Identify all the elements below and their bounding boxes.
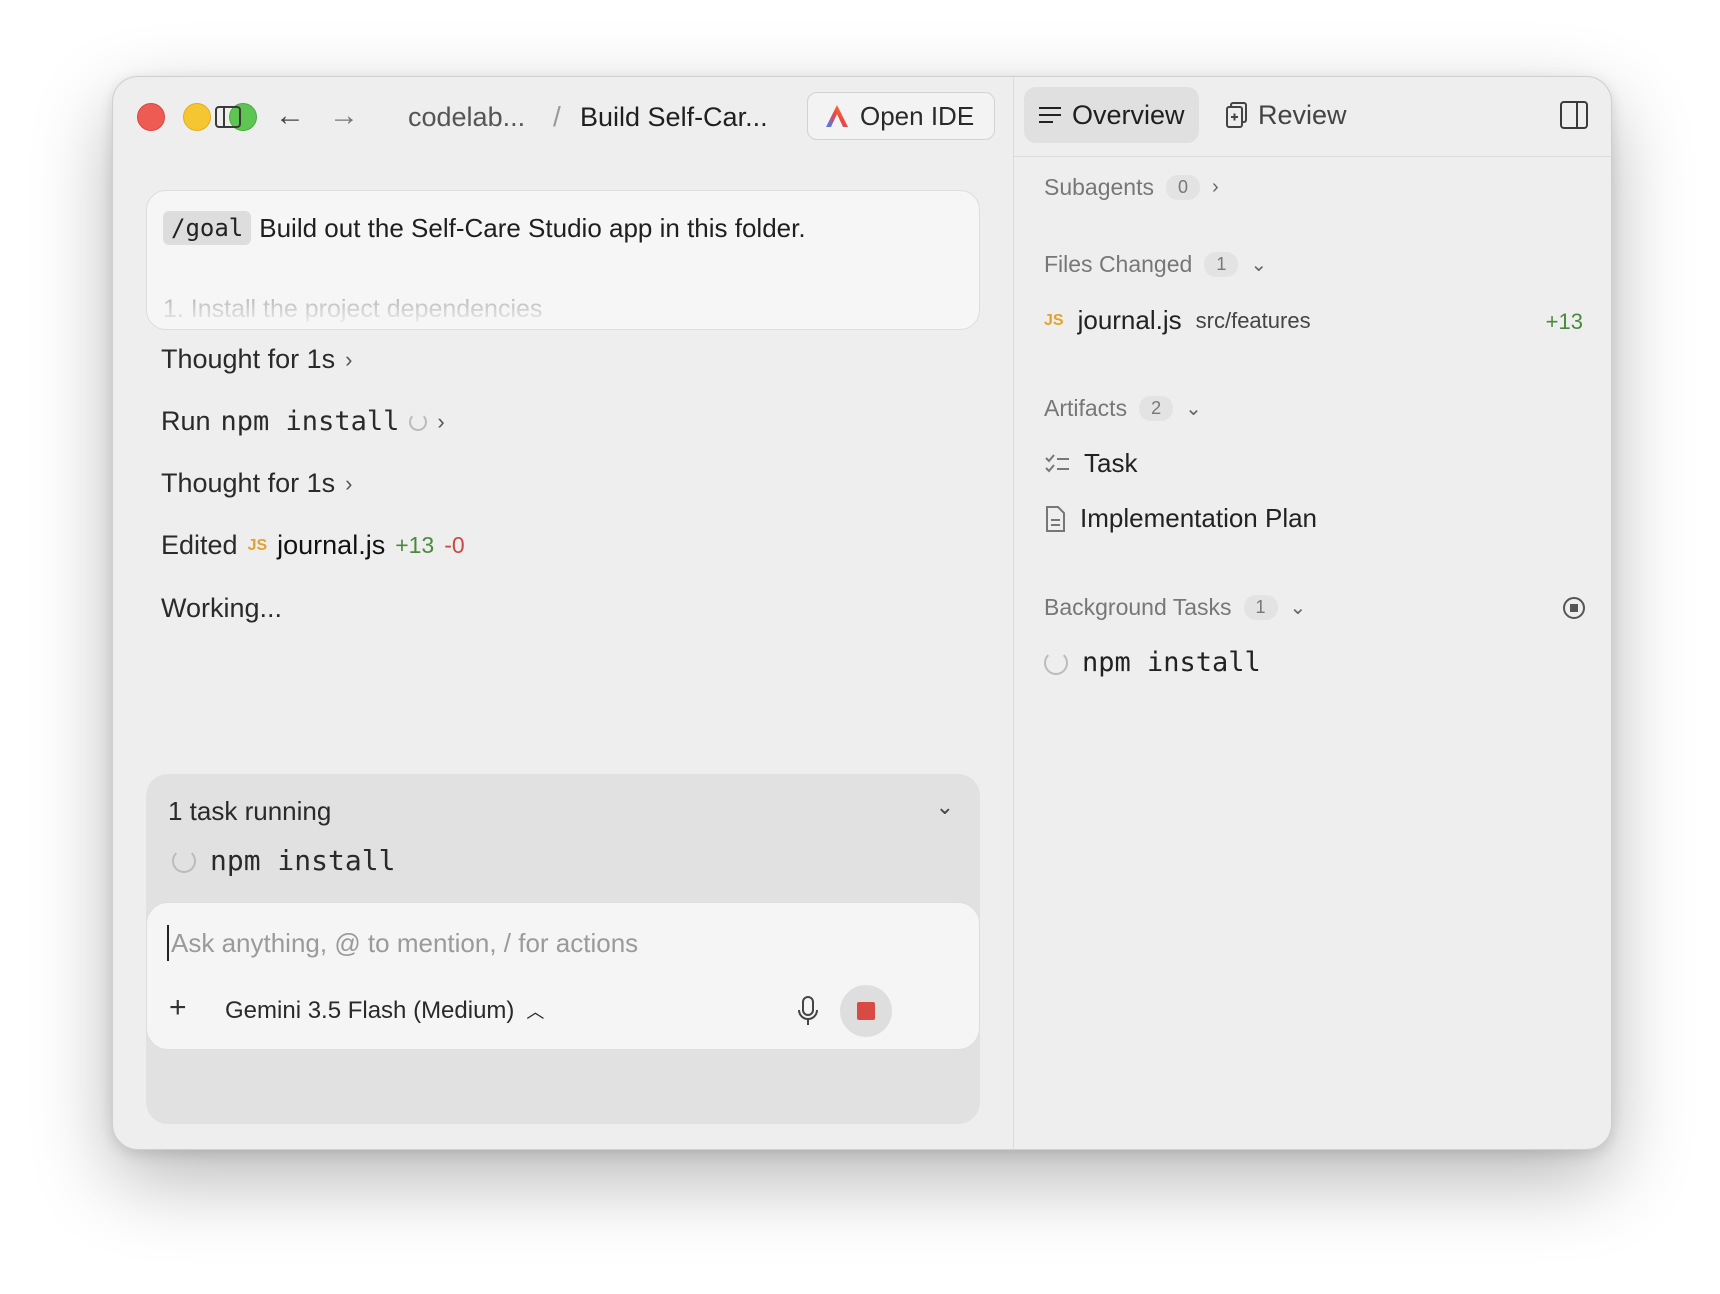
subagents-count: 0 [1165,175,1200,200]
message-input[interactable] [167,925,947,961]
js-file-icon: JS [247,536,268,554]
run-prefix: Run [161,406,211,436]
artifact-task-label: Task [1084,448,1138,478]
tab-review[interactable]: Review [1212,87,1361,143]
document-icon [1046,505,1065,532]
stop-button[interactable] [840,985,892,1037]
background-tasks-count: 1 [1243,595,1278,620]
spinner-icon [1044,650,1068,675]
app-window: ← → codelab... / Build Self-Car... Open … [112,76,1612,1150]
chevron-down-icon[interactable]: ⌄ [936,794,954,820]
chevron-right-icon: › [345,470,353,496]
subagents-label: Subagents [1044,174,1154,200]
stop-square [1570,604,1578,612]
open-ide-button[interactable]: Open IDE [807,92,995,140]
overview-header: Overview Review [1014,77,1611,157]
minimize-window-button[interactable] [183,103,211,131]
spinner-icon [409,412,428,431]
checklist-icon [1045,453,1069,472]
tab-overview-label: Overview [1072,99,1185,130]
panel-toggle-icon[interactable] [1560,101,1588,129]
chevron-right-icon: › [1212,176,1219,198]
run-command-step[interactable]: Run npm install › [161,406,445,437]
run-command: npm install [220,406,400,437]
breadcrumb-project[interactable]: codelab... [408,102,525,133]
composer: + Gemini 3.5 Flash (Medium) ︿ [146,902,980,1050]
thought-label: Thought for 1s [161,468,336,498]
background-task-command: npm install [1082,647,1261,678]
tab-review-label: Review [1258,99,1347,130]
stop-circle-icon[interactable] [1563,597,1585,619]
model-selector[interactable]: Gemini 3.5 Flash (Medium) ︿ [225,997,544,1025]
breadcrumb-separator: / [553,101,561,132]
list-lines-icon [1039,107,1061,123]
user-prompt-card[interactable]: /goal Build out the Self-Care Studio app… [146,190,980,330]
thought-step-1[interactable]: Thought for 1s › [161,344,352,375]
lines-removed: -0 [444,532,465,558]
artifacts-label: Artifacts [1044,395,1128,421]
chevron-down-icon: ⌄ [1289,597,1307,619]
chevron-right-icon: › [437,408,445,434]
chevron-right-icon: › [345,346,353,372]
changed-file-name: journal.js [1077,305,1182,335]
microphone-icon[interactable] [795,995,821,1029]
artifacts-section[interactable]: Artifacts 2 ⌄ [1044,395,1202,422]
chevron-down-icon: ⌄ [1185,398,1202,420]
background-task-item[interactable]: npm install [1044,647,1261,678]
spinner-icon [172,848,196,873]
thought-step-2[interactable]: Thought for 1s › [161,468,352,499]
back-arrow-icon[interactable]: ← [275,99,305,133]
changed-file-row[interactable]: JS journal.js src/features [1044,305,1584,336]
background-tasks-section[interactable]: Background Tasks 1 ⌄ [1044,594,1306,621]
model-name: Gemini 3.5 Flash (Medium) [225,997,515,1024]
artifacts-count: 2 [1139,396,1174,421]
running-task-command: npm install [210,844,396,877]
review-document-icon [1226,102,1247,128]
breadcrumb-task[interactable]: Build Self-Car... [580,102,768,133]
working-status: Working... [161,593,282,624]
running-task-item[interactable]: npm install [172,844,395,877]
edited-file-name[interactable]: journal.js [277,530,385,561]
prompt-faded-line: 1. Install the project dependencies [163,295,543,323]
sidebar-toggle-icon[interactable] [215,106,241,128]
subagents-section[interactable]: Subagents 0 › [1044,174,1219,201]
overview-pane: Overview Review Subagents 0 › Files Chan… [1013,77,1611,1149]
forward-arrow-icon[interactable]: → [329,99,359,133]
artifact-implementation-plan[interactable]: Implementation Plan [1044,503,1317,534]
edited-prefix: Edited [161,530,238,560]
add-attachment-button[interactable]: + [169,991,187,1025]
background-tasks-label: Background Tasks [1044,594,1232,620]
artifact-task[interactable]: Task [1044,448,1137,479]
tasks-running-title[interactable]: 1 task running [168,796,331,827]
files-changed-label: Files Changed [1044,251,1193,277]
working-label: Working... [161,593,283,623]
changed-file-delta: +13 [1545,309,1583,334]
thought-label: Thought for 1s [161,344,336,374]
goal-command-chip: /goal [163,211,252,245]
close-window-button[interactable] [137,103,165,131]
files-changed-count: 1 [1204,252,1239,277]
conversation-pane: ← → codelab... / Build Self-Car... Open … [113,77,1013,1149]
open-ide-label: Open IDE [860,100,975,131]
tab-overview[interactable]: Overview [1024,87,1199,143]
lines-added: +13 [395,532,435,558]
changed-file-path: src/features [1195,307,1311,333]
running-tasks-panel: 1 task running ⌄ npm install + Gemini 3.… [146,774,980,1124]
edited-file-step[interactable]: Edited JS journal.js +13 -0 [161,530,465,561]
files-changed-section[interactable]: Files Changed 1 ⌄ [1044,251,1267,278]
artifact-plan-label: Implementation Plan [1080,503,1318,533]
ide-logo-icon [826,105,848,127]
js-file-icon: JS [1044,311,1064,329]
prompt-text: Build out the Self-Care Studio app in th… [259,212,806,243]
stop-icon [857,1002,875,1020]
chevron-down-icon: ⌄ [1250,254,1268,276]
chevron-up-icon: ︿ [526,1002,545,1022]
